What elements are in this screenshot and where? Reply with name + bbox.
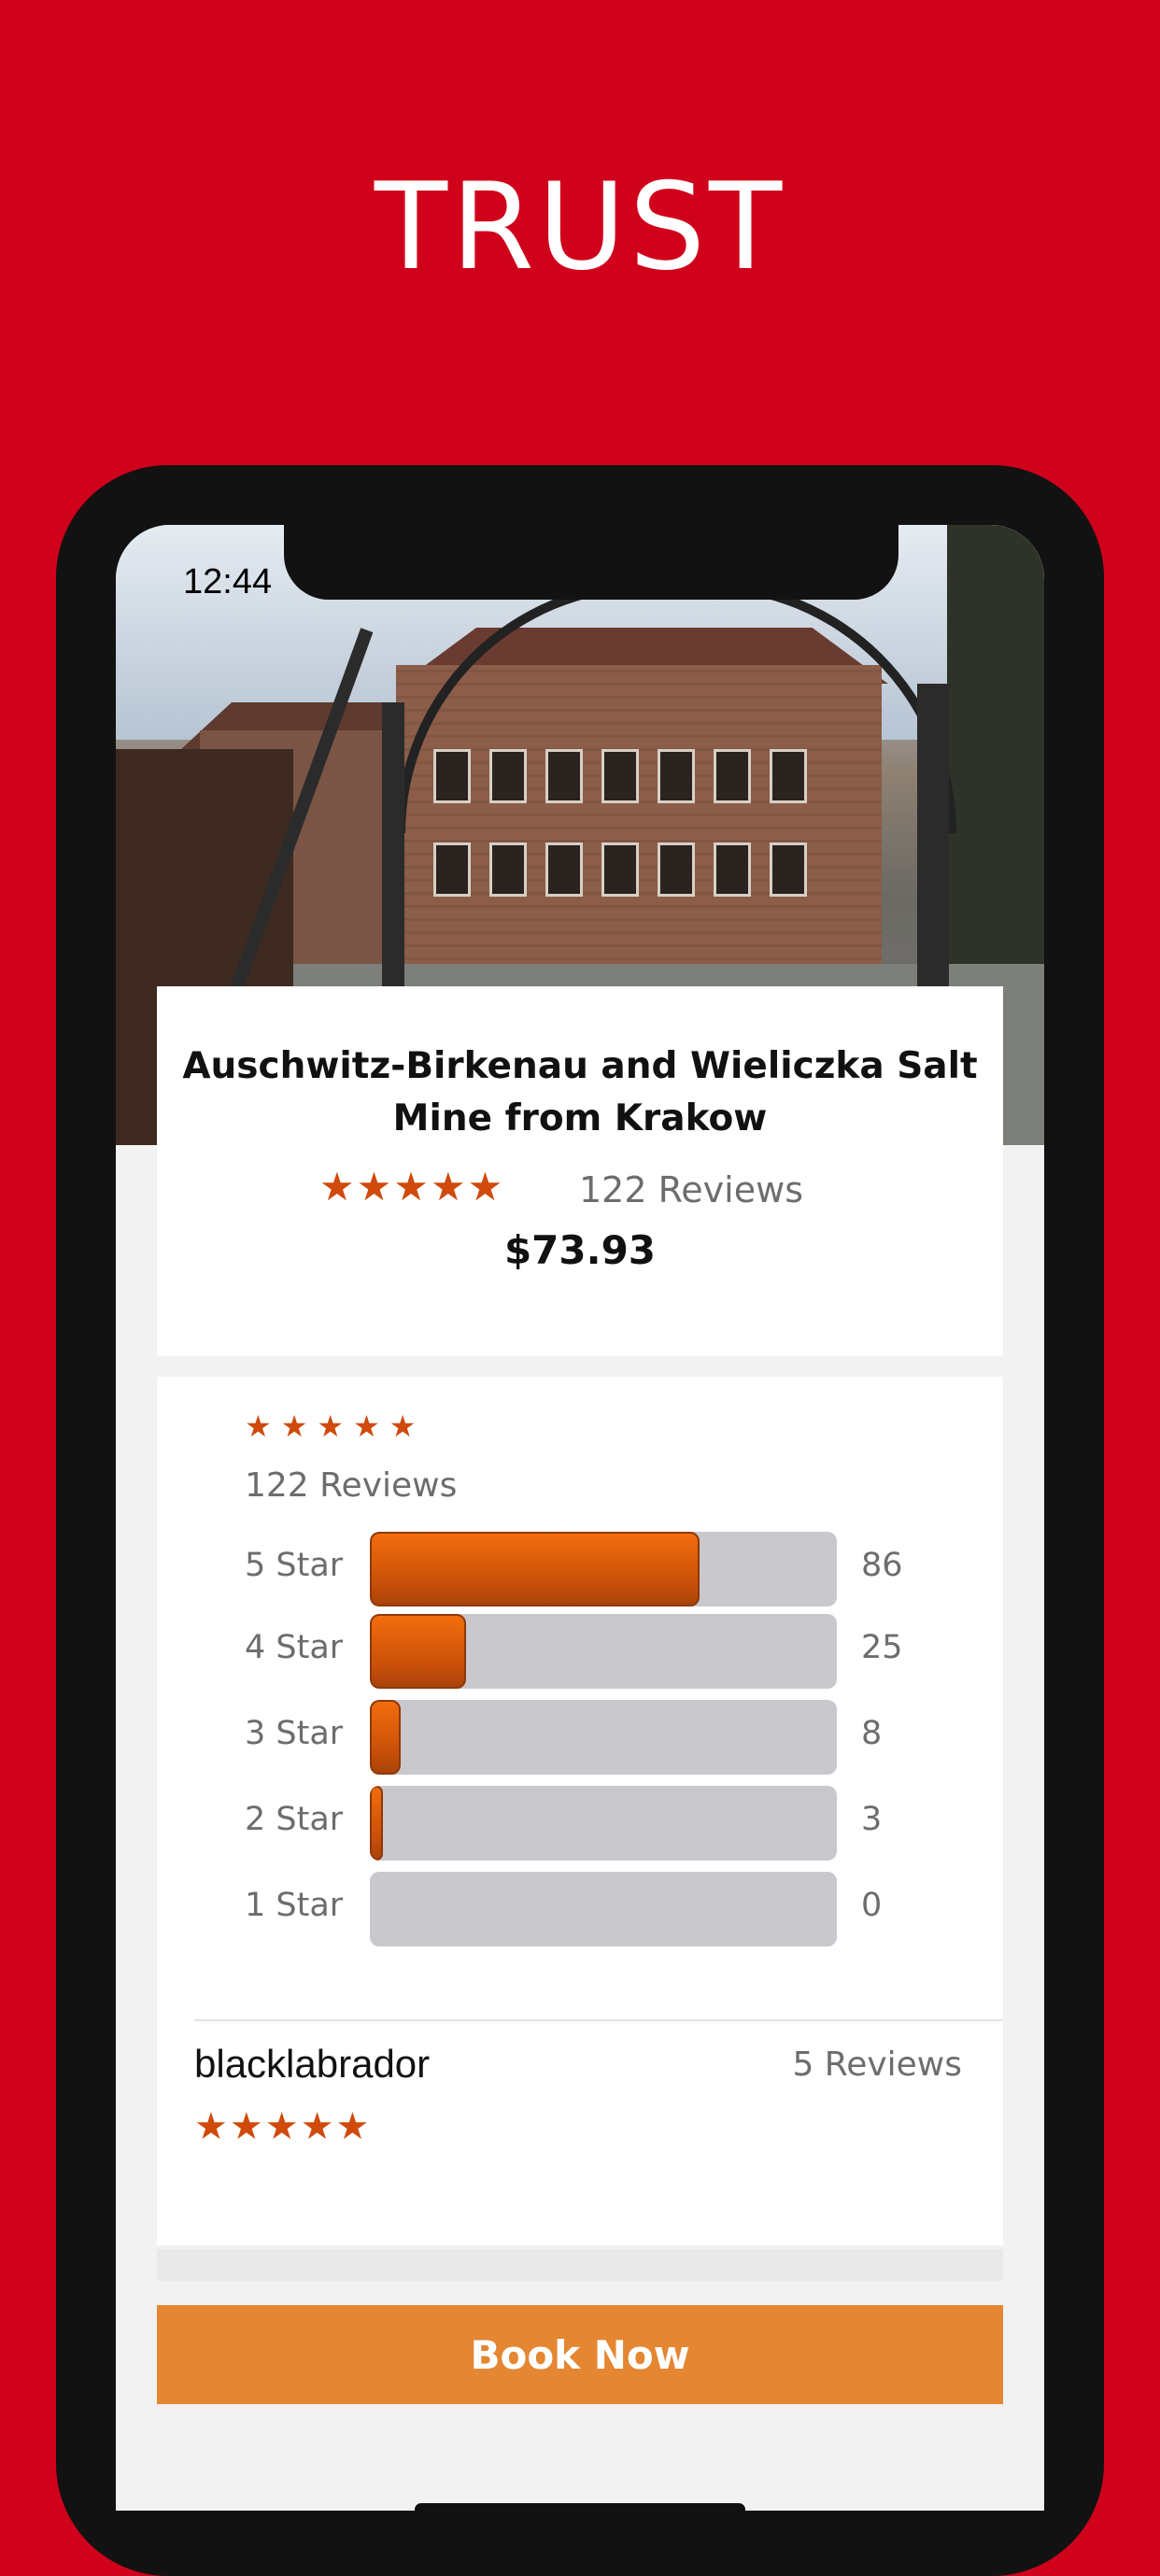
summary-star-rating: ★★★★★ — [245, 1409, 426, 1443]
reviewer-star-rating: ★★★★★ — [194, 2106, 372, 2147]
rating-bar-fill — [370, 1786, 383, 1861]
rating-row-count: 3 — [861, 1801, 883, 1838]
rating-bar-track — [370, 1614, 837, 1689]
status-bar-time: 12:44 — [183, 562, 273, 602]
tour-review-count[interactable]: 122 Reviews — [579, 1169, 803, 1210]
reviewer-name[interactable]: blacklabrador — [194, 2042, 430, 2087]
section-divider — [194, 2019, 1003, 2021]
rating-row-label: 1 Star — [245, 1887, 344, 1924]
rating-row-count: 8 — [861, 1715, 883, 1752]
content-separator — [157, 2249, 1003, 2281]
tour-price: $73.93 — [503, 1227, 657, 1273]
rating-row-count: 25 — [861, 1629, 903, 1666]
rating-bar-fill — [370, 1532, 700, 1606]
rating-breakdown-card: ★★★★★ 122 Reviews 5 Star 86 4 Star 25 3 … — [157, 1377, 1003, 2245]
rating-row-5: 5 Star 86 — [245, 1532, 973, 1606]
rating-row-3: 3 Star 8 — [245, 1700, 973, 1775]
home-indicator — [415, 2503, 745, 2511]
rating-bar-track — [370, 1532, 837, 1606]
tour-summary-card: Auschwitz-Birkenau and Wieliczka Salt Mi… — [157, 986, 1003, 1356]
rating-bar-fill — [370, 1614, 466, 1689]
rating-row-2: 2 Star 3 — [245, 1786, 973, 1861]
rating-row-label: 3 Star — [245, 1715, 344, 1752]
rating-row-label: 4 Star — [245, 1629, 344, 1666]
rating-row-label: 5 Star — [245, 1547, 344, 1584]
book-now-button[interactable]: Book Now — [157, 2305, 1003, 2404]
tour-title: Auschwitz-Birkenau and Wieliczka Salt Mi… — [182, 1045, 978, 1139]
rating-bar-track — [370, 1700, 837, 1775]
tour-star-rating: ★★★★★ — [319, 1165, 505, 1209]
rating-bar-track — [370, 1872, 837, 1946]
rating-row-count: 0 — [861, 1887, 883, 1924]
rating-row-count: 86 — [861, 1547, 903, 1584]
reviewer-review-count: 5 Reviews — [792, 2045, 962, 2084]
app-screen: 12:44 Auschwitz-Birkenau and Wieliczka S… — [116, 525, 1044, 2511]
rating-row-4: 4 Star 25 — [245, 1614, 973, 1689]
phone-notch — [284, 525, 898, 600]
rating-bar-track — [370, 1786, 837, 1861]
rating-bar-fill — [370, 1700, 401, 1775]
summary-review-count: 122 Reviews — [245, 1466, 458, 1505]
rating-row-label: 2 Star — [245, 1801, 344, 1838]
marketing-headline: TRUST — [374, 158, 786, 297]
rating-row-1: 1 Star 0 — [245, 1872, 973, 1946]
